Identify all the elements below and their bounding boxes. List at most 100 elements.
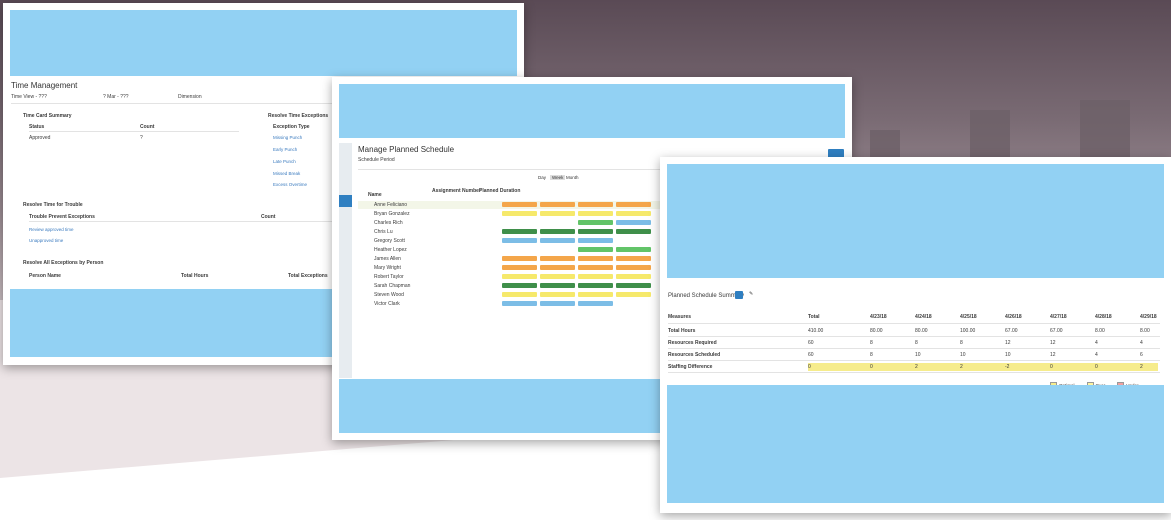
trouble-link[interactable]: Unapproved time <box>29 238 63 243</box>
table-cell: 8 <box>915 340 918 346</box>
shift-block[interactable] <box>502 274 537 279</box>
shift-block[interactable] <box>616 256 651 261</box>
shift-block[interactable] <box>578 247 613 252</box>
exception-link[interactable]: Excess Overtime <box>273 182 307 187</box>
shift-block[interactable] <box>502 301 537 306</box>
person-name: Heather Lopez <box>374 247 407 253</box>
edit-button[interactable] <box>735 291 743 299</box>
pencil-icon[interactable]: ✎ <box>749 291 753 297</box>
table-cell: 10 <box>960 352 966 358</box>
shift-block[interactable] <box>502 211 537 216</box>
table-cell: 12 <box>1050 340 1056 346</box>
table-cell: 8.00 <box>1095 328 1105 334</box>
shift-block[interactable] <box>578 283 613 288</box>
schedule-period[interactable]: Schedule Period <box>358 157 395 163</box>
table-cell: Approved <box>29 135 51 141</box>
shift-block[interactable] <box>578 301 613 306</box>
shift-block[interactable] <box>616 229 651 234</box>
panel-header: Resolve Time Exceptions <box>268 113 329 119</box>
exception-link[interactable]: Early Punch <box>273 147 297 152</box>
shift-block[interactable] <box>502 256 537 261</box>
shift-block[interactable] <box>616 292 651 297</box>
column-header: 4/25/18 <box>960 314 977 320</box>
column-header: 4/27/18 <box>1050 314 1067 320</box>
panel-header: Resolve Time for Trouble <box>23 202 83 208</box>
view-tab[interactable]: Day <box>538 175 546 180</box>
shift-block[interactable] <box>540 265 575 270</box>
panel-header: Resolve All Exceptions by Person <box>23 260 104 266</box>
panel-header: Time Card Summary <box>23 113 72 119</box>
person-name: Sarah Chapman <box>374 283 411 289</box>
shift-block[interactable] <box>502 292 537 297</box>
table-cell: 6 <box>1140 352 1143 358</box>
shift-block[interactable] <box>578 211 613 216</box>
person-name: Chris Lu <box>374 229 393 235</box>
shift-block[interactable] <box>502 229 537 234</box>
placeholder-top <box>339 84 845 138</box>
table-cell: 0 <box>1095 364 1098 370</box>
column-header: Assignment Number <box>432 188 481 194</box>
table-cell: 67.00 <box>1050 328 1063 334</box>
shift-block[interactable] <box>502 238 537 243</box>
shift-block[interactable] <box>616 202 651 207</box>
toolbar-item[interactable]: Time View - ??? <box>11 94 47 100</box>
shift-block[interactable] <box>578 220 613 225</box>
table-cell: 60 <box>808 340 814 346</box>
shift-block[interactable] <box>578 274 613 279</box>
shift-block[interactable] <box>616 247 651 252</box>
table-cell: 12 <box>1005 340 1011 346</box>
table-cell: 8 <box>960 340 963 346</box>
column-header: 4/23/18 <box>870 314 887 320</box>
column-header: Count <box>140 124 155 130</box>
view-tab[interactable]: Week <box>550 175 566 180</box>
column-header: Planned Duration <box>479 188 521 194</box>
shift-block[interactable] <box>616 220 651 225</box>
shift-block[interactable] <box>502 265 537 270</box>
shift-block[interactable] <box>540 301 575 306</box>
column-header: Person Name <box>29 273 61 279</box>
exception-link[interactable]: Missed Break <box>273 171 300 176</box>
toolbar-item[interactable]: Dimension <box>178 94 202 100</box>
shift-block[interactable] <box>578 265 613 270</box>
shift-block[interactable] <box>502 283 537 288</box>
table-cell: 67.00 <box>1005 328 1018 334</box>
shift-block[interactable] <box>540 229 575 234</box>
table-cell: 8.00 <box>1140 328 1150 334</box>
person-name: Bryan Gonzalez <box>374 211 410 217</box>
row-label: Total Hours <box>668 328 696 334</box>
shift-block[interactable] <box>616 274 651 279</box>
shift-block[interactable] <box>540 211 575 216</box>
person-name: Charles Rich <box>374 220 403 226</box>
shift-block[interactable] <box>540 292 575 297</box>
person-name: Anne Feliciano <box>374 202 408 208</box>
table-cell: 12 <box>1050 352 1056 358</box>
shift-block[interactable] <box>578 202 613 207</box>
shift-block[interactable] <box>540 238 575 243</box>
person-name: Victor Clark <box>374 301 400 307</box>
table-cell: 2 <box>960 364 963 370</box>
shift-block[interactable] <box>540 202 575 207</box>
shift-block[interactable] <box>540 256 575 261</box>
shift-block[interactable] <box>540 283 575 288</box>
shift-block[interactable] <box>616 283 651 288</box>
toolbar-item[interactable]: ? Mar - ??? <box>103 94 129 100</box>
column-header: 4/29/18 <box>1140 314 1157 320</box>
exception-link[interactable]: Late Punch <box>273 159 296 164</box>
shift-block[interactable] <box>578 256 613 261</box>
column-header: 4/26/18 <box>1005 314 1022 320</box>
exception-link[interactable]: Missing Punch <box>273 135 302 140</box>
trouble-link[interactable]: Review approved time <box>29 227 74 232</box>
shift-block[interactable] <box>616 211 651 216</box>
shift-block[interactable] <box>578 238 613 243</box>
placeholder-top <box>10 10 517 76</box>
active-tab-icon[interactable] <box>339 195 352 207</box>
shift-block[interactable] <box>502 202 537 207</box>
shift-block[interactable] <box>616 265 651 270</box>
view-tab[interactable]: Month <box>566 175 579 180</box>
table-cell: 0 <box>1050 364 1053 370</box>
section-title: Planned Schedule Summary <box>668 293 745 299</box>
table-cell: 80.00 <box>870 328 883 334</box>
shift-block[interactable] <box>578 292 613 297</box>
shift-block[interactable] <box>540 274 575 279</box>
shift-block[interactable] <box>578 229 613 234</box>
